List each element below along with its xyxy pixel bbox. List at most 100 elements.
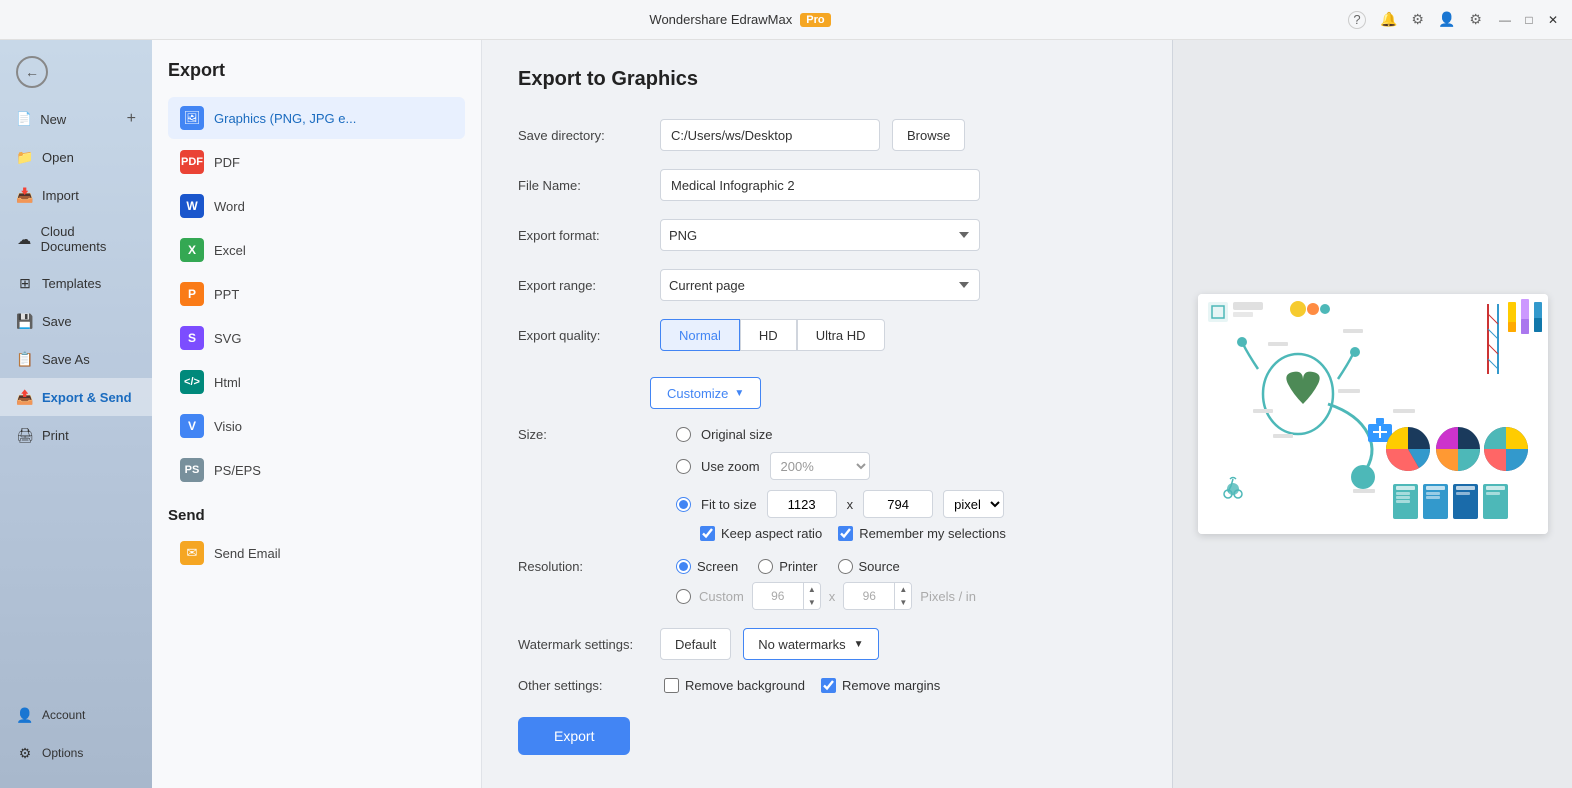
sidebar-item-account[interactable]: 👤 Account [0, 696, 152, 734]
pdf-nav-icon: PDF [180, 150, 204, 174]
export-nav-item-pdf[interactable]: PDF PDF [168, 141, 465, 183]
watermark-select[interactable]: No watermarks ▼ [743, 628, 878, 660]
res-value1-input[interactable] [753, 583, 803, 609]
remove-bg-checkbox[interactable] [664, 678, 679, 693]
res-unit-label: Pixels / in [920, 589, 976, 604]
sidebar-item-templates[interactable]: ⊞ Templates [0, 264, 152, 302]
sidebar-item-print[interactable]: 🖨 Print [0, 416, 152, 454]
size-usezoom-radio[interactable] [676, 459, 691, 474]
fit-width-input[interactable] [767, 490, 837, 518]
remember-selections-checkbox[interactable] [838, 526, 853, 541]
zoom-select[interactable]: 200% 100% 150% [770, 452, 870, 480]
export-nav-item-word[interactable]: W Word [168, 185, 465, 227]
close-button[interactable]: ✕ [1546, 13, 1560, 27]
res1-up-button[interactable]: ▲ [804, 583, 820, 596]
sidebar-label-new: New [40, 112, 66, 127]
export-nav-item-pseps[interactable]: PS PS/EPS [168, 449, 465, 491]
export-range-select[interactable]: Current page All pages Selected pages [660, 269, 980, 301]
size-usezoom-label: Use zoom [701, 459, 760, 474]
keep-aspect-checkbox[interactable] [700, 526, 715, 541]
res-printer-label: Printer [779, 559, 817, 574]
res-screen-radio[interactable] [676, 559, 691, 574]
back-circle-icon[interactable]: ← [16, 56, 48, 88]
new-icon: 📄 [16, 111, 32, 127]
account-icon: 👤 [16, 706, 34, 724]
quality-normal-button[interactable]: Normal [660, 319, 740, 351]
help-icon[interactable]: ? [1348, 11, 1366, 29]
res-value2-input[interactable] [844, 583, 894, 609]
quality-ultrahd-button[interactable]: Ultra HD [797, 319, 885, 351]
sidebar-item-export[interactable]: 📤 Export & Send [0, 378, 152, 416]
sidebar-item-cloud[interactable]: ☁ Cloud Documents [0, 214, 152, 264]
export-quality-label: Export quality: [518, 328, 648, 343]
back-button[interactable]: ← [0, 48, 152, 96]
export-nav-item-visio[interactable]: V Visio [168, 405, 465, 447]
customize-row: Customize ▼ [518, 369, 1136, 409]
customize-label: Customize [667, 386, 728, 401]
export-button[interactable]: Export [518, 717, 630, 755]
remember-selections-label: Remember my selections [859, 526, 1006, 541]
file-name-input[interactable] [660, 169, 980, 201]
user-icon[interactable]: 👤 [1438, 11, 1455, 28]
quality-hd-button[interactable]: HD [740, 319, 797, 351]
html-nav-icon: </> [180, 370, 204, 394]
bell-icon[interactable]: 🔔 [1380, 11, 1397, 28]
browse-button[interactable]: Browse [892, 119, 965, 151]
export-nav-item-graphics[interactable]: 🖼 Graphics (PNG, JPG e... [168, 97, 465, 139]
sidebar-item-save[interactable]: 💾 Save [0, 302, 152, 340]
size-original-option: Original size [676, 427, 1006, 442]
size-original-radio[interactable] [676, 427, 691, 442]
remove-bg-label: Remove background [685, 678, 805, 693]
send-email-item[interactable]: ✉ Send Email [168, 532, 465, 574]
sidebar-item-saveas[interactable]: 📋 Save As [0, 340, 152, 378]
sidebar-item-options[interactable]: ⚙ Options [0, 734, 152, 772]
sidebar-label-saveas: Save As [42, 352, 90, 367]
profile-icon[interactable]: ⚙ [1411, 11, 1424, 28]
export-icon: 📤 [16, 388, 34, 406]
maximize-button[interactable]: □ [1522, 13, 1536, 27]
size-fitto-radio[interactable] [676, 497, 691, 512]
customize-button[interactable]: Customize ▼ [650, 377, 761, 409]
save-directory-row: Save directory: Browse [518, 119, 1136, 151]
export-quality-row: Export quality: Normal HD Ultra HD [518, 319, 1136, 351]
remember-selections-item: Remember my selections [838, 526, 1006, 541]
res-printer-radio[interactable] [758, 559, 773, 574]
res-custom-radio[interactable] [676, 589, 691, 604]
export-format-select[interactable]: PNG JPG BMP GIF TIFF SVG [660, 219, 980, 251]
res-source-radio[interactable] [838, 559, 853, 574]
save-directory-input[interactable] [660, 119, 880, 151]
res1-down-button[interactable]: ▼ [804, 596, 820, 609]
export-nav-item-html[interactable]: </> Html [168, 361, 465, 403]
export-nav-item-svg[interactable]: S SVG [168, 317, 465, 359]
watermark-default-button[interactable]: Default [660, 628, 731, 660]
res-input-group-2: ▲ ▼ [843, 582, 912, 610]
sidebar-label-cloud: Cloud Documents [41, 224, 136, 254]
fit-unit-select[interactable]: pixel mm cm inch [943, 490, 1004, 518]
remove-margins-checkbox[interactable] [821, 678, 836, 693]
svg-nav-label: SVG [214, 331, 241, 346]
settings-icon[interactable]: ⚙ [1469, 11, 1482, 28]
keep-aspect-label: Keep aspect ratio [721, 526, 822, 541]
sidebar-item-import[interactable]: 📥 Import [0, 176, 152, 214]
fit-height-input[interactable] [863, 490, 933, 518]
templates-icon: ⊞ [16, 274, 34, 292]
preview-panel [1172, 40, 1572, 788]
sidebar-item-new[interactable]: 📄 New + [0, 100, 152, 138]
graphics-nav-icon: 🖼 [180, 106, 204, 130]
res2-up-button[interactable]: ▲ [895, 583, 911, 596]
export-nav-item-ppt[interactable]: P PPT [168, 273, 465, 315]
size-label: Size: [518, 427, 648, 442]
res2-down-button[interactable]: ▼ [895, 596, 911, 609]
export-nav-item-excel[interactable]: X Excel [168, 229, 465, 271]
export-panel: Export 🖼 Graphics (PNG, JPG e... PDF PDF… [152, 40, 482, 788]
new-plus-icon[interactable]: + [127, 110, 136, 128]
pseps-nav-icon: PS [180, 458, 204, 482]
visio-nav-icon: V [180, 414, 204, 438]
minimize-button[interactable]: — [1498, 13, 1512, 27]
save-directory-label: Save directory: [518, 128, 648, 143]
sidebar-label-export: Export & Send [42, 390, 132, 405]
size-fitto-option: Fit to size x pixel mm cm inch [676, 490, 1006, 518]
remove-bg-option: Remove background [664, 678, 805, 693]
export-format-label: Export format: [518, 228, 648, 243]
sidebar-item-open[interactable]: 📁 Open [0, 138, 152, 176]
